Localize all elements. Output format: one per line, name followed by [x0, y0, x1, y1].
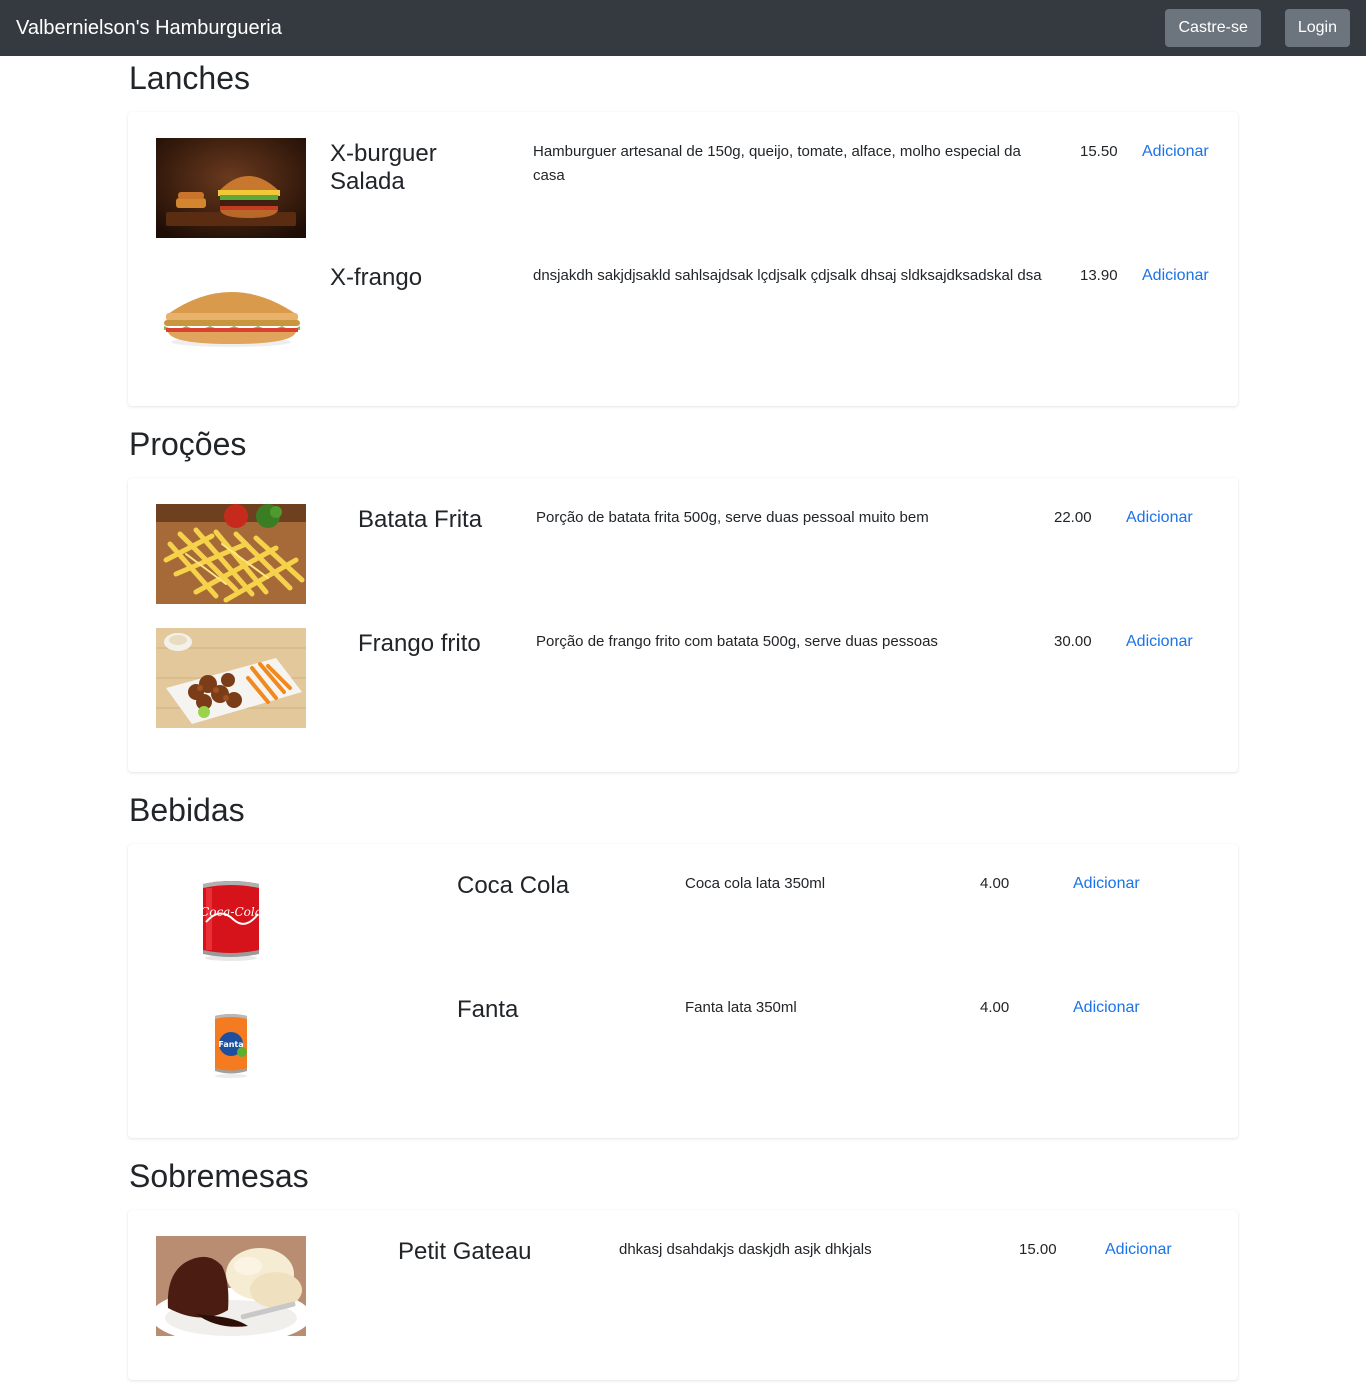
section-title-sobremesas: Sobremesas: [129, 1158, 309, 1194]
section-title-bebidas: Bebidas: [129, 792, 245, 828]
item-description: Porção de frango frito com batata 500g, …: [536, 633, 938, 650]
register-button[interactable]: Castre-se: [1165, 9, 1261, 47]
item-price: 22.00: [1054, 509, 1092, 526]
menu-item: Frango frito Porção de frango frito com …: [128, 628, 1238, 728]
login-button[interactable]: Login: [1284, 9, 1350, 47]
item-description: dnsjakdh sakjdjsakld sahlsajdsak lçdjsal…: [533, 267, 1042, 284]
menu-item: Batata Frita Porção de batata frita 500g…: [128, 504, 1238, 604]
item-name: Coca Cola: [457, 872, 570, 899]
coca-cola-logo-text: Coca-Cola: [200, 905, 262, 919]
fanta-logo-text: Fanta: [218, 1040, 243, 1049]
menu-item: Coca-Cola Coca Cola Coca cola lata 350ml…: [128, 870, 1238, 970]
item-description: Fanta lata 350ml: [685, 999, 797, 1016]
item-price: 13.90: [1080, 267, 1118, 284]
item-description: Porção de batata frita 500g, serve duas …: [536, 509, 929, 526]
add-button[interactable]: Adicionar: [1073, 872, 1140, 896]
item-name: Fanta: [457, 996, 519, 1023]
navbar: Valbernielson's Hamburgueria Castre-se L…: [0, 0, 1366, 56]
nav-actions: Castre-se Login: [1165, 9, 1350, 47]
add-button[interactable]: Adicionar: [1073, 996, 1140, 1020]
menu-item: X-burguer Salada Hamburguer artesanal de…: [128, 138, 1238, 238]
item-name: X-frango: [330, 264, 423, 291]
brand-title[interactable]: Valbernielson's Hamburgueria: [16, 17, 282, 40]
add-button[interactable]: Adicionar: [1142, 264, 1209, 288]
item-description: dhkasj dsahdakjs daskjdh asjk dhkjals: [619, 1241, 872, 1258]
item-price: 30.00: [1054, 633, 1092, 650]
item-price: 4.00: [980, 875, 1010, 892]
item-price: 15.00: [1019, 1241, 1057, 1258]
add-button[interactable]: Adicionar: [1126, 630, 1193, 654]
menu-card-sobremesas: Petit Gateau dhkasj dsahdakjs daskjdh as…: [128, 1210, 1238, 1380]
add-button[interactable]: Adicionar: [1126, 506, 1193, 530]
add-button[interactable]: Adicionar: [1142, 140, 1209, 164]
section-title-lanches: Lanches: [129, 60, 250, 96]
item-name: Batata Frita: [358, 506, 483, 533]
chicken-sandwich-photo: [156, 262, 306, 362]
item-name: Petit Gateau: [398, 1238, 532, 1265]
item-name: Frango frito: [358, 630, 481, 657]
fried-chicken-photo: [156, 628, 306, 728]
menu-item: Fanta Fanta Fanta lata 350ml 4.00 Adicio…: [128, 994, 1238, 1094]
add-button[interactable]: Adicionar: [1105, 1238, 1172, 1262]
section-title-porcoes: Proções: [129, 426, 247, 462]
fries-photo: [156, 504, 306, 604]
fanta-can-icon: Fanta: [156, 994, 306, 1094]
menu-card-bebidas: Coca-Cola Coca Cola Coca cola lata 350ml…: [128, 844, 1238, 1138]
burger-photo: [156, 138, 306, 238]
menu-card-lanches: X-burguer Salada Hamburguer artesanal de…: [128, 112, 1238, 406]
menu-item: X-frango dnsjakdh sakjdjsakld sahlsajdsa…: [128, 262, 1238, 362]
item-description: Coca cola lata 350ml: [685, 875, 826, 892]
item-description: Hamburguer artesanal de 150g, queijo, to…: [533, 143, 1021, 184]
petit-gateau-photo: [156, 1236, 306, 1336]
menu-item: Petit Gateau dhkasj dsahdakjs daskjdh as…: [128, 1236, 1238, 1336]
menu-card-porcoes: Batata Frita Porção de batata frita 500g…: [128, 478, 1238, 772]
item-price: 15.50: [1080, 143, 1118, 160]
coca-cola-can-icon: Coca-Cola: [156, 870, 306, 970]
item-price: 4.00: [980, 999, 1010, 1016]
item-name: X-burguer Salada: [330, 140, 437, 195]
